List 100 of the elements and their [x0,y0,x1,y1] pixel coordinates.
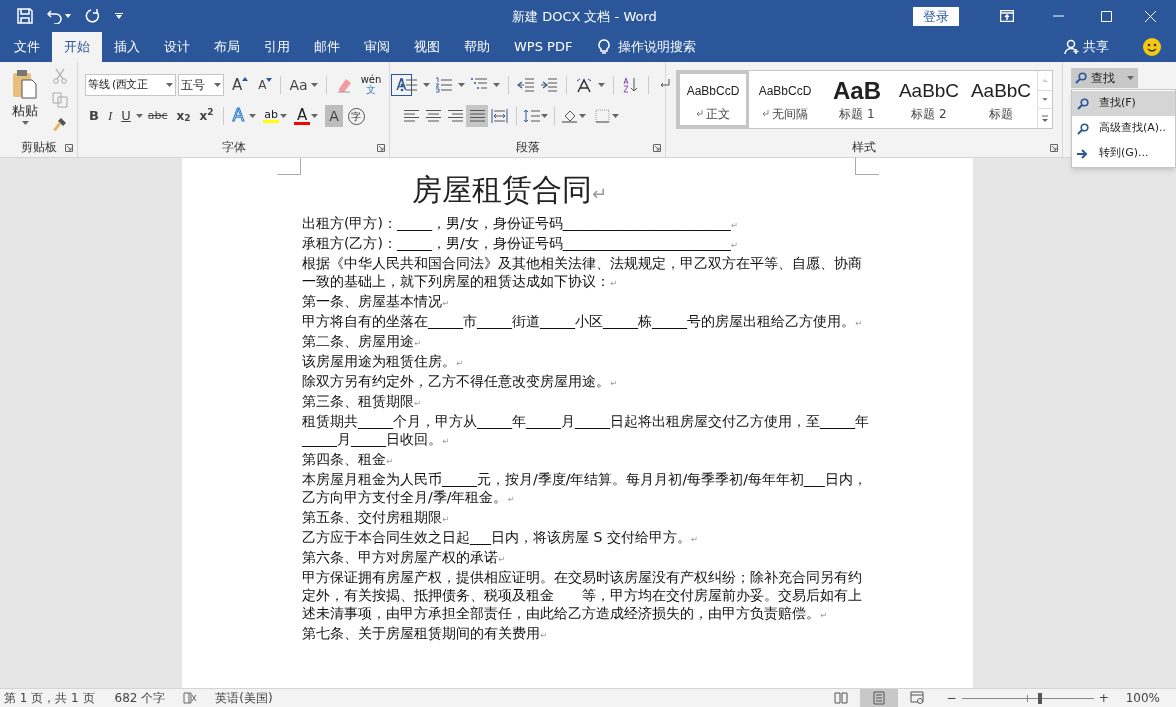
underline-button[interactable]: U [117,105,135,127]
alignment-lines-icon [424,108,442,124]
shrink-font-button[interactable]: A [254,74,277,96]
caret-icon[interactable] [423,83,430,87]
caret-icon[interactable] [65,14,71,18]
align-button[interactable] [466,105,488,127]
ribbon-tab[interactable]: 开始 [52,32,102,62]
bold-button[interactable]: B [85,105,103,127]
font-color-button[interactable]: A [294,107,311,125]
zoom-level[interactable]: 100% [1125,689,1160,707]
line-spacing-icon[interactable] [523,108,541,124]
document-paragraph: 承租方(乙方)：_____，男/女，身份证号码________________________↵ [302,234,739,253]
group-label: 段落 [515,139,540,156]
distribute-icon [490,108,508,124]
ribbon-tab[interactable]: 帮助 [452,32,502,62]
ribbon-tab[interactable]: 邮件 [302,32,352,62]
maximize-icon[interactable] [1101,10,1112,22]
style-gallery-item[interactable]: AaBbC 标题 [965,71,1037,128]
menu-item[interactable]: 高级查找(A).. [1072,116,1175,141]
document-paragraph: 甲方将自有的坐落在_____市_____街道_____小区_____栋_____号的房屋出租给乙方使用。↵ [302,312,864,331]
page-count[interactable]: 第 1 页，共 1 页 [4,689,95,707]
zoom-in-button[interactable]: + [1095,689,1112,707]
dialog-launcher-icon[interactable] [653,144,661,152]
smiley-icon[interactable] [1143,38,1161,56]
style-gallery-item[interactable]: AaBbCcD 无间隔 [749,71,821,128]
zoom-out-button[interactable]: − [943,689,960,707]
language-status[interactable]: 英语(美国) [215,689,273,707]
caret-icon[interactable] [280,114,288,118]
font-name-dropdown[interactable]: 等线 (西文正 [85,74,176,96]
ribbon-display-icon[interactable] [1000,10,1014,22]
style-gallery-item[interactable]: AaBbC 标题 2 [893,71,965,128]
caret-icon[interactable] [166,83,173,87]
paragraph-mark-icon [762,110,769,117]
subscript-button[interactable]: x$_{2}$ [172,105,195,127]
group-label: 样式 [852,139,876,156]
italic-button[interactable]: I [103,105,117,127]
undo-icon[interactable] [47,8,63,24]
highlight-button[interactable]: ab [263,109,280,123]
scroll-down-icon[interactable] [1038,90,1052,109]
caret-icon[interactable] [612,114,619,118]
person-icon [1064,39,1080,55]
dialog-launcher-icon[interactable] [1050,144,1058,152]
save-icon[interactable] [17,8,33,24]
proofing-icon[interactable] [183,692,198,704]
caret-icon[interactable] [598,83,605,87]
format-painter-icon[interactable] [52,116,68,132]
tell-me-search[interactable]: 操作说明搜索 [618,37,697,57]
caret-icon[interactable] [249,114,257,118]
caret-icon[interactable] [541,114,548,118]
word-count[interactable]: 682 个字 [114,689,166,707]
caret-icon[interactable] [214,83,221,87]
document-paragraph: 第七条、关于房屋租赁期间的有关费用↵ [302,624,549,643]
customize-toolbar-icon[interactable] [115,13,123,19]
caret-icon[interactable] [458,83,465,87]
change-case-button[interactable]: Aa [285,74,322,96]
menu-item[interactable]: 查找(F) [1072,91,1175,116]
borders-icon[interactable] [594,108,612,124]
caret-icon[interactable] [493,83,500,87]
grow-font-button[interactable]: A [228,74,253,96]
dialog-launcher-icon[interactable] [377,144,385,152]
caret-icon[interactable] [135,114,143,118]
lightbulb-icon[interactable] [598,39,611,55]
paste-button[interactable]: 粘贴 [8,68,42,137]
superscript-button[interactable]: x$^{2}$ [195,105,218,127]
find-button[interactable]: 查找 [1071,68,1138,88]
phonetic-guide-button[interactable]: wén 文 [358,75,384,95]
increase-indent-icon[interactable] [540,77,558,93]
caret-icon[interactable] [311,114,319,118]
ribbon-tab[interactable]: 布局 [202,32,252,62]
document-paragraph: 乙方应于本合同生效之日起___日内，将该房屋 S 交付给甲方。↵ [302,528,699,547]
decrease-indent-icon[interactable] [517,77,535,93]
share-button[interactable]: 共享 [1064,37,1109,57]
crop-mark [855,158,879,175]
ribbon-tab[interactable]: 设计 [152,32,202,62]
view-button[interactable] [859,688,898,707]
style-gallery-item[interactable]: AaB 标题 1 [821,71,893,128]
caret-icon [1127,76,1134,80]
dialog-launcher-icon[interactable] [65,144,73,152]
zoom-slider-thumb[interactable] [1038,692,1043,704]
shading-bucket-icon[interactable] [561,108,579,124]
sort-icon[interactable] [622,77,640,93]
redo-icon[interactable] [85,8,101,24]
alignment-lines-icon [468,108,486,124]
text-direction-icon[interactable] [575,77,593,93]
ribbon-tab[interactable]: 引用 [252,32,302,62]
ribbon-tab[interactable]: 文件 [2,32,52,62]
document-paragraph: 该房屋用途为租赁住房。↵ [302,352,465,371]
close-icon[interactable] [1145,10,1156,22]
font-size-dropdown[interactable]: 五号 [178,74,224,96]
ribbon-tab[interactable]: WPS PDF [502,32,585,62]
strikethrough-button[interactable]: abc [143,105,172,127]
ribbon-tab[interactable]: 视图 [402,32,452,62]
ribbon-tab[interactable]: 审阅 [352,32,402,62]
caret-icon[interactable] [579,114,586,118]
menu-item[interactable]: 转到(G)... [1072,141,1175,166]
ribbon-tab[interactable]: 插入 [102,32,152,62]
sign-in-button[interactable]: 登录 [913,6,959,26]
character-shading-button[interactable]: A [325,105,343,127]
style-gallery-item[interactable]: AaBbCcD 正文 [677,71,749,128]
crop-mark [277,158,301,175]
